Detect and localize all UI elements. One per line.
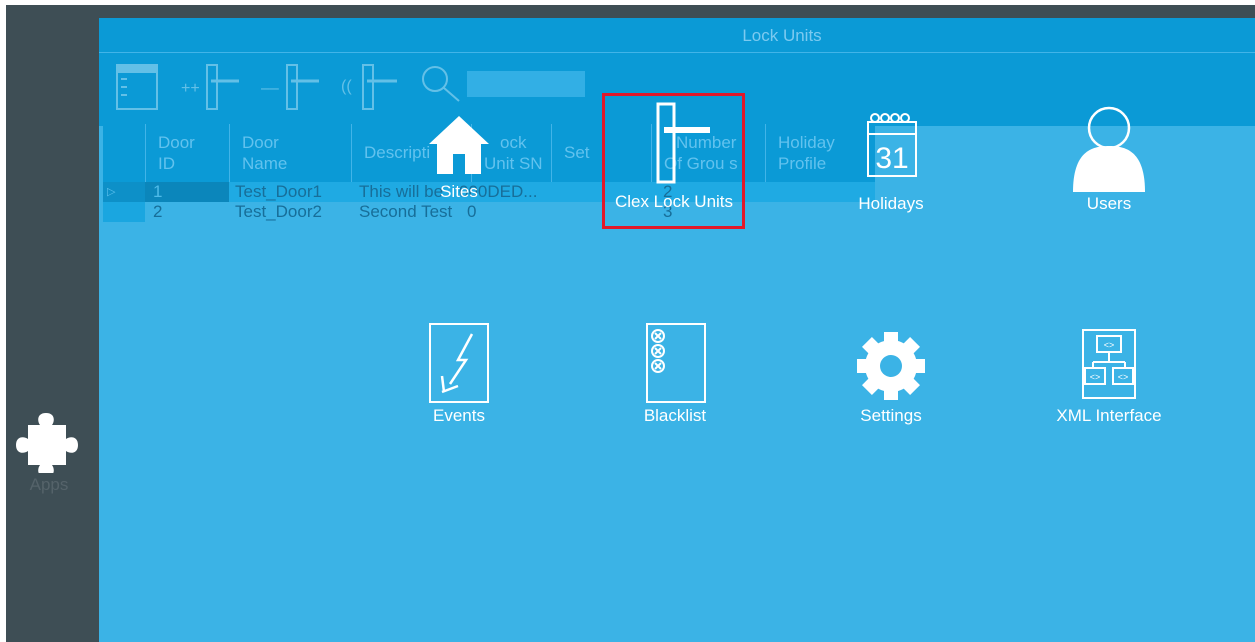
search-icon[interactable] [417, 61, 463, 107]
tile-blacklist[interactable]: Blacklist [575, 322, 775, 432]
cell-door-name[interactable]: Test_Door1 [235, 182, 322, 202]
highlight-box [602, 93, 745, 229]
svg-text:<>: <> [1104, 340, 1115, 350]
blacklist-icon [646, 323, 706, 403]
calendar-day: 31 [875, 142, 908, 175]
xml-interface-icon: <> <> <> [1082, 329, 1136, 399]
tile-label-users: Users [1086, 194, 1132, 213]
column-header-door-id[interactable]: Door ID [145, 124, 229, 182]
wireless-lock-icon[interactable]: (( [339, 61, 403, 113]
tile-holidays[interactable]: 31 Holidays [791, 110, 991, 220]
svg-text:––: –– [261, 80, 279, 97]
apps-label[interactable]: Apps [6, 475, 92, 495]
events-icon [429, 323, 489, 403]
app-frame: Apps Lock Units ++ –– ((Door ID Door Na… [6, 5, 1255, 642]
gear-icon [857, 332, 925, 400]
tile-label-holidays: Holidays [858, 194, 924, 213]
list-view-icon[interactable] [113, 61, 161, 113]
calendar-icon: 31 [867, 113, 917, 177]
home-icon [429, 116, 489, 174]
tile-label-settings: Settings [860, 406, 922, 425]
user-icon [1073, 106, 1145, 192]
column-header-door-name[interactable]: Door Name [229, 124, 351, 182]
tile-label-xml-interface: XML Interface [1056, 406, 1162, 425]
tile-settings[interactable]: Settings [791, 328, 991, 438]
tile-label-sites: Sites [440, 182, 478, 201]
sidebar: Apps [6, 5, 99, 642]
svg-text:<>: <> [1118, 372, 1129, 382]
search-input[interactable] [467, 71, 585, 97]
tile-events[interactable]: Events [359, 322, 559, 432]
tile-xml-interface[interactable]: <> <> <> XML Interface [1009, 328, 1209, 438]
add-lock-icon[interactable]: ++ [179, 61, 243, 113]
cell-door-name[interactable]: Test_Door2 [235, 202, 322, 222]
svg-text:<>: <> [1090, 372, 1101, 382]
remove-lock-icon[interactable]: –– [259, 61, 323, 113]
main-panel: Lock Units ++ –– ((Door ID Door Name De… [99, 18, 1255, 642]
row-pointer-icon: ▷ [107, 186, 116, 198]
window-title: Lock Units [99, 18, 1255, 52]
puzzle-icon[interactable] [14, 405, 82, 477]
cell-door-id[interactable]: 1 [153, 182, 162, 202]
tile-label-events: Events [433, 406, 485, 425]
row-selector[interactable] [103, 202, 145, 222]
svg-text:((: (( [341, 78, 352, 95]
svg-text:++: ++ [181, 80, 200, 97]
tile-users[interactable]: Users [1009, 102, 1209, 213]
tile-label-blacklist: Blacklist [643, 406, 707, 425]
tile-sites[interactable]: Sites [359, 110, 559, 220]
cell-door-id[interactable]: 2 [153, 202, 162, 222]
